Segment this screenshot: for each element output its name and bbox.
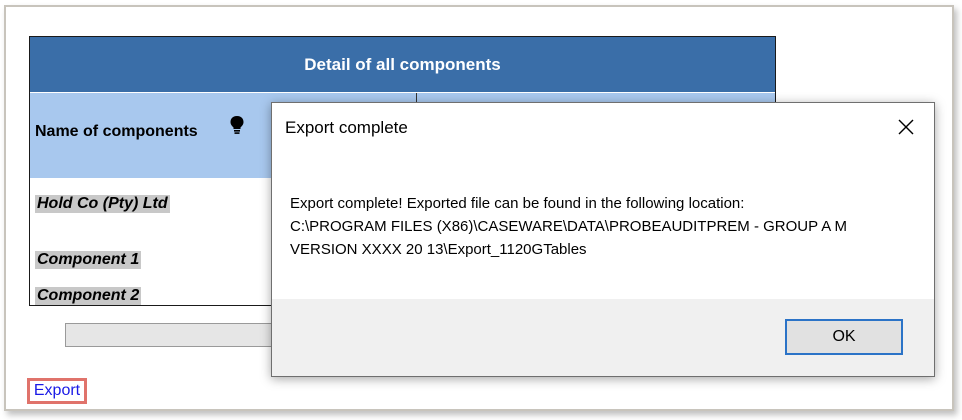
dialog-message-line: Export complete! Exported file can be fo… xyxy=(290,195,745,212)
component-row: Component 1 xyxy=(35,251,142,269)
component-row: Component 2 xyxy=(35,287,142,305)
component-row: Hold Co (Pty) Ltd xyxy=(35,195,170,213)
dialog-message-line: C:\PROGRAM FILES (X86)\CASEWARE\DATA\PRO… xyxy=(290,218,848,235)
export-link[interactable]: Export xyxy=(27,378,87,404)
dialog-footer: OK xyxy=(272,299,934,376)
close-icon[interactable] xyxy=(896,117,916,137)
table-title: Detail of all components xyxy=(30,37,775,92)
lightbulb-icon[interactable] xyxy=(229,115,245,135)
dialog-title: Export complete xyxy=(285,118,408,137)
column-name-header: Name of components xyxy=(35,123,198,140)
dialog-message: Export complete! Exported file can be fo… xyxy=(290,192,920,261)
dialog-message-line: VERSION XXXX 20 13\Export_1120GTables xyxy=(290,241,587,258)
export-complete-dialog: Export complete Export complete! Exporte… xyxy=(271,102,935,377)
ok-button[interactable]: OK xyxy=(785,319,903,355)
